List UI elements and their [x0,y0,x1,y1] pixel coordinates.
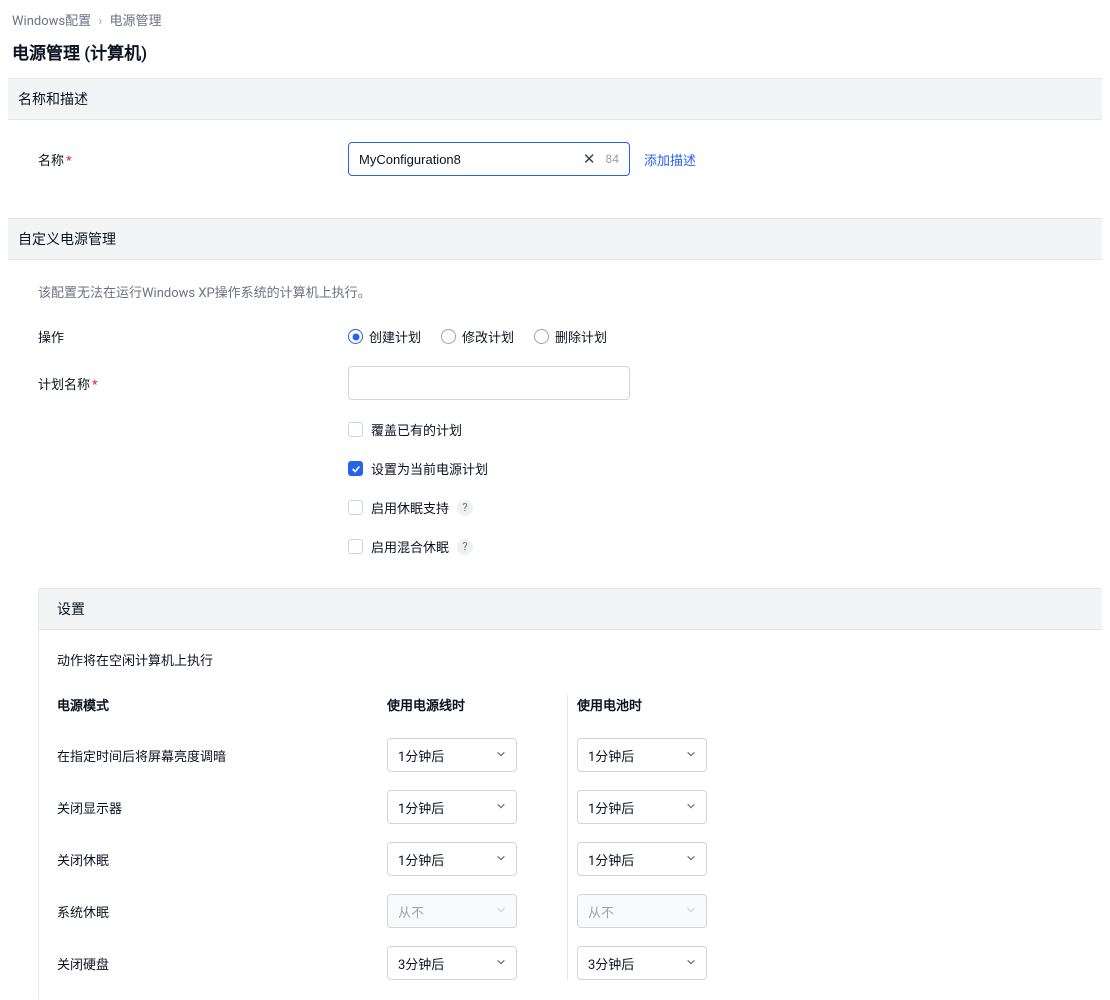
breadcrumb: Windows配置 › 电源管理 [0,0,1110,35]
chevron-down-icon [686,904,696,919]
help-icon[interactable]: ? [457,539,473,555]
section-name-description: 名称和描述 名称* ✕ 84 添加描述 [8,78,1102,218]
select-battery[interactable]: 1分钟后 [577,842,707,876]
checkbox-row-enable-hybrid: 启用混合休眠 ? [348,537,1092,556]
checkbox-label: 启用休眠支持 [371,498,449,517]
xp-warning-note: 该配置无法在运行Windows XP操作系统的计算机上执行。 [38,282,1092,301]
select-battery[interactable]: 3分钟后 [577,946,707,980]
select-value: 1分钟后 [588,850,634,869]
checkbox-label: 覆盖已有的计划 [371,420,462,439]
radio-label: 修改计划 [462,327,514,346]
chevron-down-icon [496,852,506,867]
checkbox-enable-hybrid[interactable] [348,539,363,554]
chevron-down-icon [686,800,696,815]
label-action: 操作 [38,325,348,346]
chevron-down-icon [686,748,696,763]
radio-label: 删除计划 [555,327,607,346]
select-value: 3分钟后 [588,954,634,973]
section-header-custom: 自定义电源管理 [8,219,1102,260]
chevron-down-icon [686,956,696,971]
settings-table: 电源模式 使用电源线时 使用电池时 在指定时间后将屏幕亮度调暗1分钟后1分钟后关… [57,695,1084,980]
checkbox-label: 启用混合休眠 [371,537,449,556]
checkbox-enable-hibernate[interactable] [348,500,363,515]
settings-row-label: 系统休眠 [57,902,387,921]
select-value: 1分钟后 [588,746,634,765]
radio-label: 创建计划 [369,327,421,346]
breadcrumb-parent[interactable]: Windows配置 [12,14,91,29]
checkbox-row-enable-hibernate: 启用休眠支持 ? [348,498,1092,517]
char-counter: 84 [606,152,620,166]
select-battery[interactable]: 1分钟后 [577,790,707,824]
action-radio-group: 创建计划 修改计划 删除计划 [348,325,1092,346]
section-header-name-desc: 名称和描述 [8,79,1102,120]
clear-input-icon[interactable]: ✕ [579,150,600,168]
radio-icon [348,329,363,344]
select-value: 1分钟后 [588,798,634,817]
checkbox-set-current[interactable] [348,461,363,476]
checkbox-row-set-current: 设置为当前电源计划 [348,459,1092,478]
settings-panel: 设置 动作将在空闲计算机上执行 电源模式 使用电源线时 使用电池时 在指定时间后… [38,588,1102,1000]
select-value: 从不 [398,902,424,921]
help-icon[interactable]: ? [457,500,473,516]
settings-row-label: 关闭休眠 [57,850,387,869]
breadcrumb-separator-icon: › [98,14,102,29]
chevron-down-icon [496,748,506,763]
required-indicator: * [66,154,72,169]
col-header-mode: 电源模式 [57,695,387,720]
radio-delete-plan[interactable]: 删除计划 [534,327,607,346]
radio-icon [441,329,456,344]
column-divider [567,695,568,980]
settings-row-label: 在指定时间后将屏幕亮度调暗 [57,746,387,765]
chevron-down-icon [496,800,506,815]
select-value: 3分钟后 [398,954,444,973]
breadcrumb-current: 电源管理 [109,14,161,29]
select-plugged[interactable]: 1分钟后 [387,790,517,824]
page-title: 电源管理 (计算机) [0,35,1110,78]
name-input-wrapper: ✕ 84 [348,142,630,176]
checkbox-row-overwrite: 覆盖已有的计划 [348,420,1092,439]
name-input[interactable] [359,152,579,167]
chevron-down-icon [686,852,696,867]
settings-row-label: 关闭显示器 [57,798,387,817]
label-plan-name: 计划名称* [38,366,348,393]
select-value: 1分钟后 [398,746,444,765]
radio-modify-plan[interactable]: 修改计划 [441,327,514,346]
col-header-battery: 使用电池时 [577,695,767,720]
settings-header: 设置 [39,589,1102,630]
select-value: 1分钟后 [398,850,444,869]
select-plugged: 从不 [387,894,517,928]
chevron-down-icon [496,904,506,919]
radio-create-plan[interactable]: 创建计划 [348,327,421,346]
required-indicator: * [92,378,98,393]
chevron-down-icon [496,956,506,971]
plan-name-input[interactable] [348,366,630,400]
radio-icon [534,329,549,344]
select-battery[interactable]: 1分钟后 [577,738,707,772]
select-plugged[interactable]: 3分钟后 [387,946,517,980]
checkbox-overwrite[interactable] [348,422,363,437]
select-value: 从不 [588,902,614,921]
add-description-link[interactable]: 添加描述 [644,150,696,169]
settings-row-label: 关闭硬盘 [57,954,387,973]
select-plugged[interactable]: 1分钟后 [387,842,517,876]
settings-note: 动作将在空闲计算机上执行 [57,650,1084,669]
check-icon [351,464,361,474]
select-battery: 从不 [577,894,707,928]
section-custom-power: 自定义电源管理 该配置无法在运行Windows XP操作系统的计算机上执行。 操… [8,218,1102,1000]
select-value: 1分钟后 [398,798,444,817]
label-name: 名称* [38,142,348,169]
col-header-plugged: 使用电源线时 [387,695,577,720]
select-plugged[interactable]: 1分钟后 [387,738,517,772]
checkbox-label: 设置为当前电源计划 [371,459,488,478]
